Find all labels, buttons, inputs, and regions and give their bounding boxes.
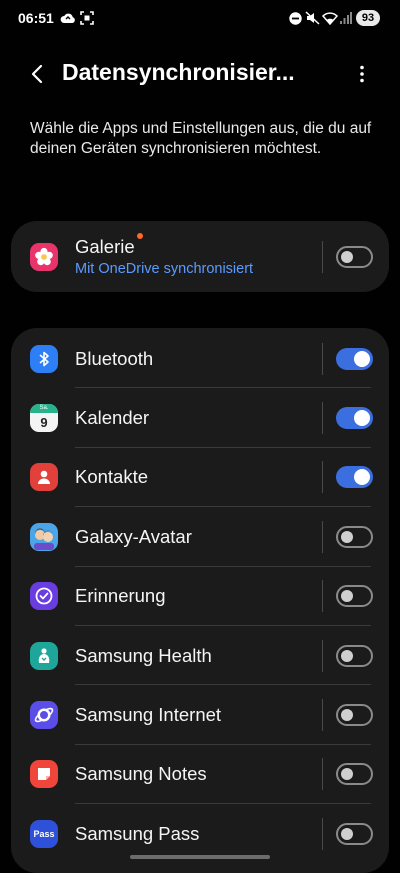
more-options-button[interactable]	[348, 60, 376, 88]
galerie-label: Galerie	[75, 236, 135, 257]
app-bar: Datensynchronisier...	[0, 50, 400, 98]
avatar-icon	[30, 522, 58, 551]
app-row-samsung-internet[interactable]: Samsung Internet	[11, 685, 389, 745]
cloud-sync-icon	[60, 13, 75, 23]
calendar-weekday: Sa.	[30, 404, 58, 414]
separator	[322, 699, 323, 732]
separator	[322, 240, 323, 273]
reminder-icon	[30, 582, 58, 611]
app-label: Erinnerung	[75, 585, 166, 607]
galaxy-avatar-toggle[interactable]	[336, 525, 373, 548]
samsung-health-toggle[interactable]	[336, 644, 373, 667]
notes-icon	[30, 760, 58, 789]
kontakte-toggle[interactable]	[336, 466, 373, 489]
battery-badge: 93	[356, 10, 380, 26]
galerie-toggle[interactable]	[336, 245, 373, 268]
do-not-disturb-icon	[289, 12, 302, 25]
separator	[322, 402, 323, 435]
app-row-samsung-notes[interactable]: Samsung Notes	[11, 745, 389, 805]
app-label: Samsung Health	[75, 644, 212, 666]
separator	[322, 758, 323, 791]
app-row-erinnerung[interactable]: Erinnerung	[11, 567, 389, 626]
navigation-handle[interactable]	[130, 855, 270, 859]
page-title: Datensynchronisier...	[62, 59, 295, 85]
mute-icon	[305, 11, 320, 25]
app-label: Samsung Notes	[75, 763, 207, 785]
description-text: Wähle die Apps und Einstellungen aus, di…	[30, 120, 372, 157]
app-row-bluetooth[interactable]: Bluetooth	[11, 329, 389, 389]
app-row-kalender[interactable]: Sa. 9 Kalender	[11, 388, 389, 448]
erinnerung-toggle[interactable]	[336, 585, 373, 608]
calendar-icon: Sa. 9	[30, 404, 58, 433]
kalender-toggle[interactable]	[336, 407, 373, 430]
signal-icon	[340, 12, 352, 24]
galerie-row[interactable]: Galerie Mit OneDrive synchronisiert	[11, 221, 389, 292]
status-time: 06:51	[18, 10, 54, 26]
separator	[322, 580, 323, 613]
app-row-kontakte[interactable]: Kontakte	[11, 448, 389, 508]
app-label: Galaxy-Avatar	[75, 525, 192, 547]
apps-card: Bluetooth Sa. 9 Kalender Kontakte Galaxy…	[11, 328, 389, 873]
app-row-samsung-health[interactable]: Samsung Health	[11, 626, 389, 686]
app-label: Bluetooth	[75, 347, 154, 369]
calendar-day: 9	[40, 415, 48, 431]
app-label: Kalender	[75, 407, 150, 429]
back-button[interactable]	[24, 60, 52, 88]
wifi-icon	[322, 12, 338, 25]
health-icon	[30, 641, 58, 670]
galerie-card: Galerie Mit OneDrive synchronisiert	[11, 221, 389, 292]
samsung-internet-toggle[interactable]	[336, 704, 373, 727]
new-badge-dot	[137, 233, 143, 239]
screenshot-icon	[80, 11, 94, 25]
gallery-icon	[30, 242, 58, 271]
app-row-galaxy-avatar[interactable]: Galaxy-Avatar	[11, 507, 389, 567]
app-label: Samsung Pass	[75, 822, 200, 844]
more-vert-icon	[360, 65, 364, 83]
status-bar: 06:51 93	[0, 0, 400, 36]
separator	[322, 461, 323, 494]
galerie-sync-status-link[interactable]: Mit OneDrive synchronisiert	[75, 261, 253, 277]
samsung-pass-toggle[interactable]	[336, 822, 373, 845]
pass-icon: Pass	[30, 819, 58, 848]
internet-icon	[30, 701, 58, 730]
app-label: Samsung Internet	[75, 704, 222, 726]
separator	[322, 520, 323, 553]
separator	[322, 342, 323, 375]
contacts-icon	[30, 463, 58, 492]
samsung-notes-toggle[interactable]	[336, 763, 373, 786]
separator	[322, 817, 323, 850]
app-label: Kontakte	[75, 466, 149, 488]
bluetooth-toggle[interactable]	[336, 347, 373, 370]
separator	[322, 639, 323, 672]
back-arrow-icon	[31, 64, 43, 84]
bluetooth-icon	[30, 344, 58, 373]
